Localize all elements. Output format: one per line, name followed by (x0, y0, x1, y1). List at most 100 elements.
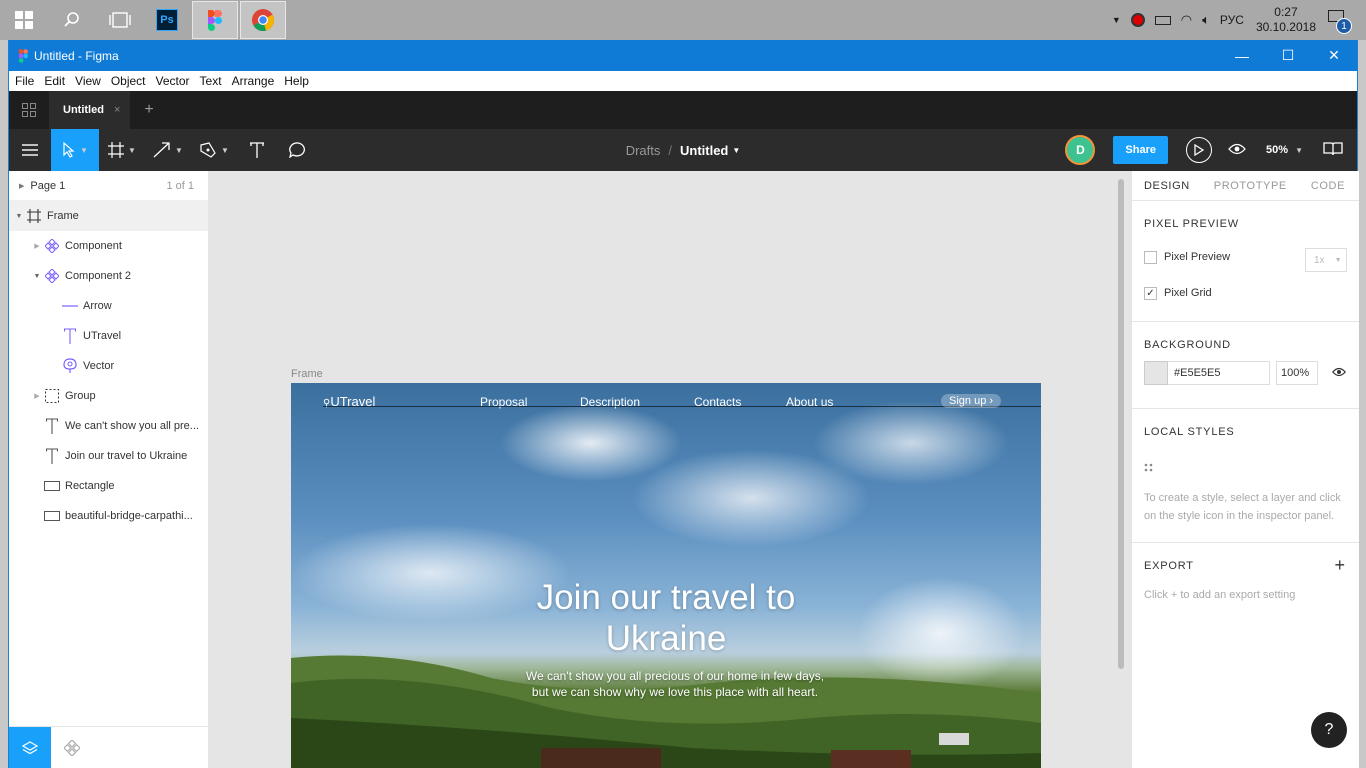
text-tool-button[interactable] (237, 129, 277, 171)
inspector-tabs: DESIGN PROTOTYPE CODE (1132, 171, 1359, 201)
main-menu-icon[interactable] (9, 129, 51, 171)
visibility-eye-icon[interactable] (1331, 366, 1347, 380)
taskbar-figma[interactable] (192, 1, 238, 39)
text-icon (61, 327, 79, 345)
document-title[interactable]: Untitled (680, 143, 728, 158)
tab-untitled[interactable]: Untitled × (49, 91, 131, 129)
collapse-icon[interactable]: ▼ (13, 213, 25, 220)
clock-date: 30.10.2018 (1255, 20, 1316, 34)
menu-object[interactable]: Object (111, 74, 146, 88)
layer-text-heading[interactable]: Join our travel to Ukraine (9, 441, 208, 471)
collapse-icon[interactable]: ▼ (31, 273, 43, 280)
frame-label[interactable]: Frame (291, 368, 323, 380)
menu-view[interactable]: View (75, 74, 101, 88)
layer-frame[interactable]: ▼ Frame (9, 201, 208, 231)
layer-utravel[interactable]: UTravel (9, 321, 208, 351)
mockup-heading[interactable]: Join our travel to Ukraine (291, 577, 1041, 659)
arrow-icon (153, 142, 170, 158)
pixel-preview-checkbox[interactable] (1144, 250, 1157, 264)
expand-icon[interactable]: ▶ (31, 392, 43, 400)
components-tab-icon[interactable] (51, 727, 93, 768)
comment-tool-button[interactable] (277, 129, 319, 171)
menu-file[interactable]: File (15, 74, 34, 88)
battery-icon[interactable] (1154, 15, 1171, 25)
comment-icon (289, 142, 305, 158)
layer-vector[interactable]: Vector (9, 351, 208, 381)
tab-prototype[interactable]: PROTOTYPE (1202, 180, 1299, 192)
breadcrumb-separator: / (668, 142, 672, 158)
mockup-signup-button[interactable]: Sign up › (941, 394, 1002, 408)
layer-arrow[interactable]: Arrow (9, 291, 208, 321)
add-export-icon[interactable]: + (1334, 555, 1345, 576)
frame-tool-button[interactable]: ▼ (99, 129, 145, 171)
breadcrumb-drafts[interactable]: Drafts (626, 143, 661, 158)
layer-component[interactable]: ▶ Component (9, 231, 208, 261)
library-book-icon[interactable] (1323, 141, 1343, 159)
tray-chevron-icon[interactable]: ▼ (1112, 15, 1121, 25)
wifi-icon[interactable]: ◠ (1181, 12, 1192, 28)
pixel-grid-checkbox[interactable]: ✓ (1144, 286, 1157, 300)
add-tab-icon[interactable]: + (144, 101, 153, 119)
line-tool-button[interactable]: ▼ (145, 129, 191, 171)
file-browser-icon[interactable] (9, 91, 49, 129)
present-icon[interactable] (1185, 137, 1212, 163)
layer-group[interactable]: ▶ Group (9, 381, 208, 411)
pixel-grid-row[interactable]: ✓ Pixel Grid (1144, 275, 1347, 311)
background-hex-input[interactable]: #E5E5E5 (1168, 361, 1270, 385)
volume-icon[interactable]: 🔈︎ (1202, 12, 1210, 28)
task-view-icon[interactable] (96, 0, 144, 40)
pixel-preview-title: PIXEL PREVIEW (1144, 218, 1239, 230)
notifications-icon[interactable]: 1 (1328, 10, 1352, 34)
chevron-down-icon[interactable]: ▼ (732, 146, 740, 155)
menu-edit[interactable]: Edit (44, 74, 65, 88)
share-button[interactable]: Share (1113, 136, 1168, 164)
canvas[interactable]: Frame ⚲UTravel Proposal Description Cont… (209, 171, 1131, 768)
export-section: EXPORT + Click + to add an export settin… (1132, 543, 1359, 604)
frame[interactable]: ⚲UTravel Proposal Description Contacts A… (291, 383, 1041, 768)
zoom-dropdown[interactable]: 50% ▼ (1266, 144, 1303, 156)
layer-component-2[interactable]: ▼ Component 2 (9, 261, 208, 291)
language-indicator[interactable]: РУС (1220, 13, 1244, 27)
window-title: Untitled - Figma (34, 48, 119, 63)
layer-image[interactable]: beautiful-bridge-carpathi... (9, 501, 208, 531)
layer-label: Frame (47, 210, 79, 222)
help-button[interactable]: ? (1311, 712, 1347, 748)
layer-label: Rectangle (65, 480, 115, 492)
mockup-subtitle[interactable]: We can't show you all precious of our ho… (291, 668, 1041, 700)
move-tool-button[interactable]: ▼ (51, 129, 99, 171)
minimize-button[interactable]: — (1219, 40, 1265, 71)
maximize-button[interactable]: ☐ (1265, 40, 1311, 71)
background-opacity-input[interactable]: 100% (1276, 361, 1318, 385)
tab-code[interactable]: CODE (1299, 180, 1357, 192)
menu-vector[interactable]: Vector (156, 74, 190, 88)
pixel-scale-value: 1x (1314, 254, 1325, 266)
layer-text-description[interactable]: We can't show you all pre... (9, 411, 208, 441)
view-eye-icon[interactable] (1228, 143, 1246, 158)
menu-arrange[interactable]: Arrange (232, 74, 275, 88)
tray-app-icon[interactable] (1130, 13, 1145, 27)
expand-icon[interactable]: ▶ (31, 242, 43, 250)
taskbar-photoshop[interactable]: Ps (144, 1, 190, 39)
windows-start-icon[interactable] (0, 0, 48, 40)
layer-label: Group (65, 390, 96, 402)
component-icon (43, 237, 61, 255)
taskbar-chrome[interactable] (240, 1, 286, 39)
clock[interactable]: 0:27 30.10.2018 (1256, 5, 1316, 35)
search-icon[interactable] (48, 0, 96, 40)
canvas-scrollbar[interactable] (1118, 179, 1124, 669)
tab-close-icon[interactable]: × (114, 104, 120, 116)
avatar[interactable]: D (1065, 135, 1096, 165)
page-selector[interactable]: ▶ Page 1 1 of 1 (9, 171, 208, 201)
tab-design[interactable]: DESIGN (1132, 180, 1202, 192)
pixel-scale-select[interactable]: 1x ▼ (1305, 248, 1347, 272)
close-button[interactable]: ✕ (1311, 40, 1357, 71)
style-dots-icon[interactable] (1144, 461, 1154, 475)
layer-rectangle[interactable]: Rectangle (9, 471, 208, 501)
layers-tab-icon[interactable] (9, 727, 51, 768)
pen-tool-button[interactable]: ▼ (191, 129, 237, 171)
menu-text[interactable]: Text (200, 74, 222, 88)
background-color-swatch[interactable] (1144, 361, 1168, 385)
window-titlebar[interactable]: Untitled - Figma — ☐ ✕ (9, 40, 1357, 71)
export-title: EXPORT (1144, 560, 1194, 572)
menu-help[interactable]: Help (284, 74, 309, 88)
